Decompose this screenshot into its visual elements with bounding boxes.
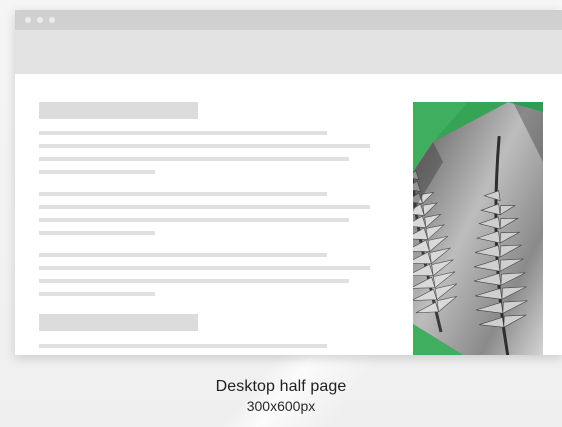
browser-window — [15, 10, 562, 355]
window-maximize-dot-icon[interactable] — [49, 17, 55, 23]
window-titlebar — [15, 10, 562, 30]
placeholder-heading — [39, 102, 198, 119]
placeholder-text-line — [39, 131, 327, 135]
placeholder-text-line — [39, 344, 327, 348]
half-page-ad-banner[interactable] — [413, 102, 543, 355]
placeholder-text-line — [39, 170, 155, 174]
browser-toolbar — [15, 30, 562, 74]
placeholder-text-line — [39, 279, 349, 283]
placeholder-text-line — [39, 205, 370, 209]
ad-format-size: 300x600px — [246, 398, 316, 414]
window-minimize-dot-icon[interactable] — [37, 17, 43, 23]
placeholder-text-line — [39, 266, 370, 270]
placeholder-text-line — [39, 157, 349, 161]
fern-image-icon — [413, 102, 543, 355]
window-close-dot-icon[interactable] — [25, 17, 31, 23]
placeholder-text-line — [39, 144, 370, 148]
placeholder-text-line — [39, 192, 327, 196]
placeholder-text-line — [39, 231, 155, 235]
placeholder-text-line — [39, 218, 349, 222]
placeholder-heading — [39, 314, 198, 331]
ad-format-title: Desktop half page — [215, 378, 347, 395]
placeholder-text-line — [39, 292, 155, 296]
placeholder-text-line — [39, 253, 327, 257]
page-content — [15, 74, 562, 355]
